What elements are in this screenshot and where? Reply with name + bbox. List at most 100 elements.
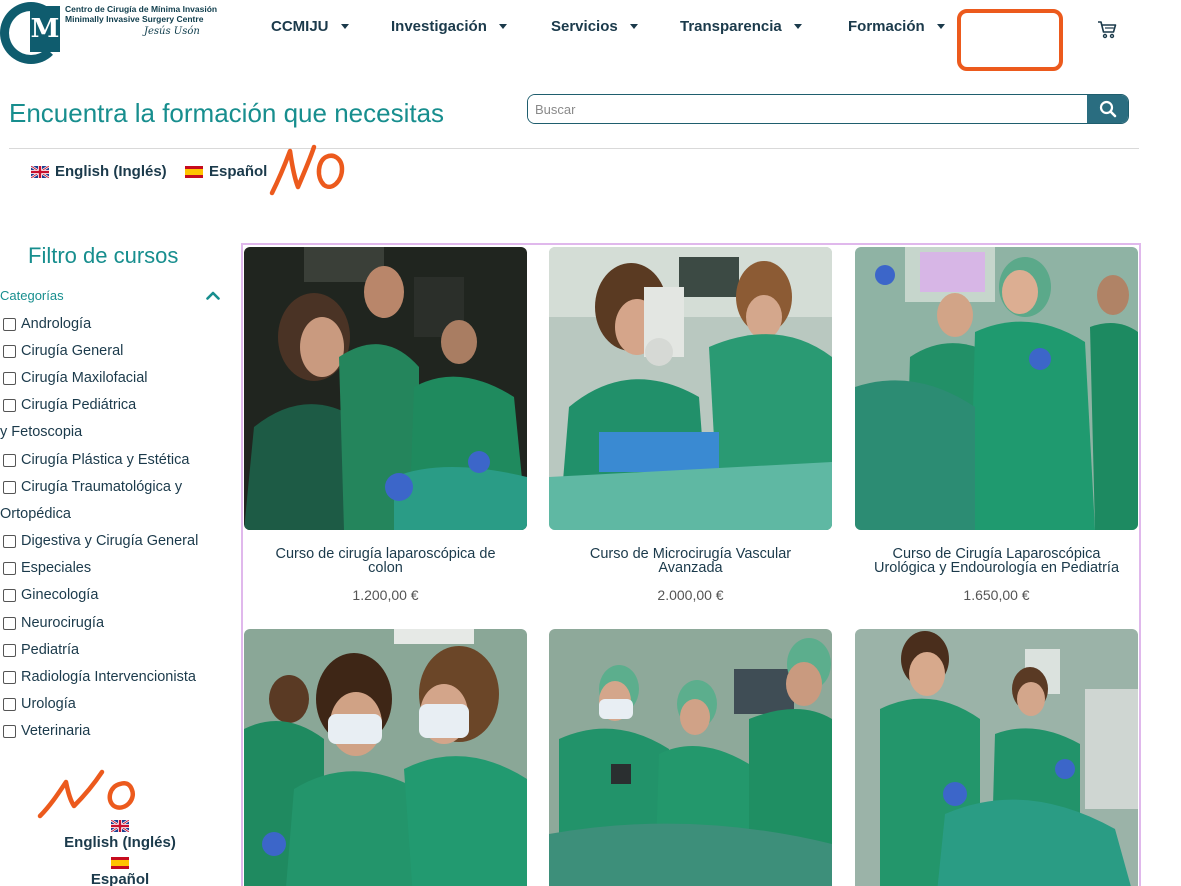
product-image[interactable] [549,629,832,886]
category-cirugia-plastica[interactable]: Cirugía Plástica y Estética [3,452,189,468]
search-bar [527,94,1129,124]
nav-label: CCMIJU [271,18,329,35]
filter-title: Filtro de cursos [28,243,179,268]
checkbox[interactable] [3,724,16,738]
caret-down-icon [340,24,349,29]
logo-mark: M [30,6,60,52]
caret-down-icon [629,24,638,29]
category-andrologia[interactable]: Andrología [3,316,91,332]
nav-item-transparencia[interactable]: Transparencia [680,18,802,35]
surgery-photo [244,247,527,530]
product-title-line: Urológica y Endourología en Pediatría [873,560,1120,576]
language-english[interactable]: English (Inglés) [31,163,167,180]
category-cirugia-traumatologica[interactable]: Cirugía Traumatológica y [3,479,182,495]
spain-flag-icon [185,165,203,178]
page-title: Encuentra la formación que necesitas [9,98,445,128]
language-spanish[interactable]: Español [185,163,267,180]
language-label: English (Inglés) [64,834,176,851]
product-title-line: Curso de Microcirugía Vascular [589,546,792,562]
product-image[interactable] [855,247,1138,530]
nav-item-servicios[interactable]: Servicios [551,18,638,35]
category-cirugia-general[interactable]: Cirugía General [3,343,123,359]
checkbox[interactable] [3,670,16,684]
category-label: Urología [21,696,76,712]
surgery-photo [855,247,1138,530]
category-label: Cirugía Plástica y Estética [21,452,190,468]
category-cirugia-maxilofacial[interactable]: Cirugía Maxilofacial [3,370,148,386]
product-title-line: Avanzada [658,560,723,576]
product-title[interactable]: Curso de Cirugía Laparoscópica Urológica… [855,547,1138,576]
category-ginecologia[interactable]: Ginecología [3,587,98,603]
checkbox[interactable] [3,453,16,467]
category-especiales[interactable]: Especiales [3,560,91,576]
product-image[interactable] [244,629,527,886]
category-label: Digestiva y Cirugía General [21,533,199,549]
category-label: Andrología [21,316,92,332]
search-button[interactable] [1087,95,1128,123]
cart-icon[interactable] [1096,18,1118,40]
caret-down-icon [936,24,945,29]
checkbox[interactable] [3,534,16,548]
category-label: Neurocirugía [21,615,105,631]
product-title[interactable]: Curso de cirugía laparoscópica de colon [244,546,527,576]
checkbox[interactable] [3,588,16,602]
nav-item-ccmiju[interactable]: CCMIJU [271,18,349,35]
logo-line-2: Minimally Invasive Surgery Centre [65,14,204,24]
language-label: Español [90,871,150,886]
category-label: Pediatría [21,642,80,658]
checkbox[interactable] [3,616,16,630]
checkbox[interactable] [3,697,16,711]
category-radiologia[interactable]: Radiología Intervencionista [3,669,196,685]
logo[interactable]: M Centro de Cirugía de Mínima Invasión M… [0,0,217,66]
category-label: Cirugía General [21,343,124,359]
nav-label: Servicios [551,18,618,35]
category-label: Cirugía Pediátrica [21,397,137,413]
product-title-line: colon [368,560,403,576]
checkbox[interactable] [3,561,16,575]
categories-label: Categorías [0,287,64,303]
annotation-highlight-box [957,9,1063,71]
surgery-photo [549,629,832,886]
surgery-photo [549,247,832,530]
language-label: English (Inglés) [55,163,167,180]
nav-label: Investigación [391,18,487,35]
checkbox[interactable] [3,643,16,657]
category-veterinaria[interactable]: Veterinaria [3,723,90,739]
categories-toggle[interactable]: Categorías [0,286,220,304]
product-title[interactable]: Curso de Microcirugía Vascular Avanzada [549,546,832,576]
checkbox[interactable] [3,371,16,385]
nav-item-investigacion[interactable]: Investigación [391,18,507,35]
surgery-photo [855,629,1138,886]
category-neurocirugia[interactable]: Neurocirugía [3,615,104,631]
checkbox[interactable] [3,317,16,331]
category-label: Ginecología [21,587,99,603]
category-cirugia-pediatrica[interactable]: Cirugía Pediátrica [3,397,136,413]
product-title-line: Curso de cirugía laparoscópica de [275,546,496,562]
nav-label: Transparencia [680,18,782,35]
category-label: Especiales [21,560,92,576]
language-label: Español [209,163,268,180]
checkbox[interactable] [3,480,16,494]
category-urologia[interactable]: Urología [3,696,76,712]
category-label: Radiología Intervencionista [21,669,196,685]
category-label-wrap: Ortopédica [0,506,71,522]
checkbox[interactable] [3,344,16,358]
product-image[interactable] [855,629,1138,886]
nav-item-formacion[interactable]: Formación [848,18,945,35]
category-digestiva[interactable]: Digestiva y Cirugía General [3,533,198,549]
language-english-bottom[interactable]: English (Inglés) [0,820,240,851]
category-label: Cirugía Traumatológica y [21,479,183,495]
category-pediatria[interactable]: Pediatría [3,642,79,658]
spain-flag-icon [111,857,129,869]
search-input[interactable] [528,95,1087,123]
logo-line-1: Centro de Cirugía de Mínima Invasión [65,4,218,14]
category-label: Veterinaria [21,723,91,739]
caret-down-icon [793,24,802,29]
category-label: Cirugía Maxilofacial [21,370,148,386]
product-image[interactable] [549,247,832,530]
surgery-photo [244,629,527,886]
nav-label: Formación [848,18,925,35]
checkbox[interactable] [3,398,16,412]
language-spanish-bottom[interactable]: Español [0,857,240,886]
product-image[interactable] [244,247,527,530]
